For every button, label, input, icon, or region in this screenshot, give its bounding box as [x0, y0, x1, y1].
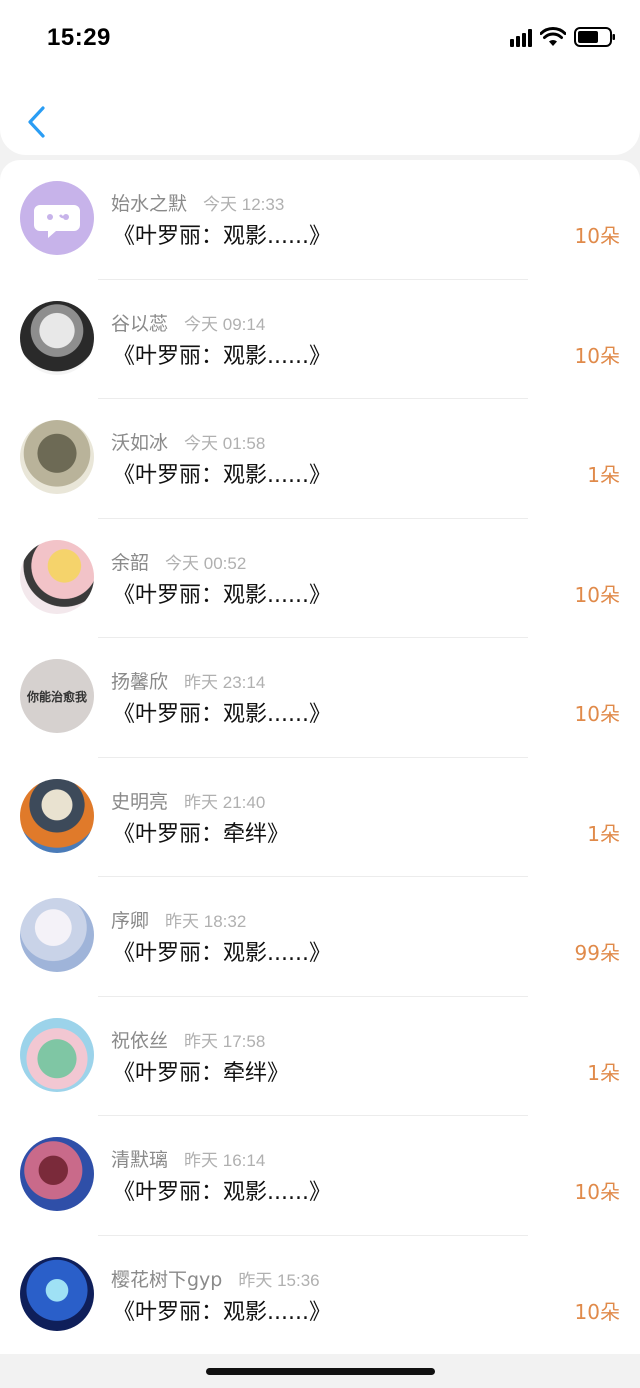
avatar[interactable]: [20, 300, 94, 375]
sender-info: 扬馨欣 昨天 23:14: [111, 667, 265, 694]
sender-name[interactable]: 始水之默: [111, 193, 187, 215]
gift-time: 今天 12:33: [203, 195, 285, 214]
chevron-left-icon: [28, 106, 45, 138]
avatar[interactable]: [20, 181, 94, 255]
sender-info: 始水之默 今天 12:33: [111, 189, 284, 216]
gift-time: 昨天 17:58: [184, 1031, 266, 1051]
home-indicator: [206, 1368, 435, 1375]
sender-name[interactable]: 祝依丝: [111, 1030, 168, 1052]
sender-name[interactable]: 史明亮: [111, 791, 168, 813]
avatar[interactable]: [20, 420, 94, 494]
work-title[interactable]: 《叶罗丽：观影......》: [113, 935, 331, 967]
flower-count: 1朵: [587, 463, 620, 487]
gift-list: 始水之默 今天 12:33 《叶罗丽：观影......》 10朵 谷以蕊 今天 09:14…: [0, 160, 640, 1354]
battery-icon: [574, 27, 615, 47]
flower-count: 10朵: [574, 343, 620, 368]
avatar[interactable]: 你能治愈我: [20, 659, 94, 733]
sender-name[interactable]: 清默璃: [111, 1149, 168, 1171]
cellular-signal-icon: [510, 27, 532, 47]
work-title[interactable]: 《叶罗丽：观影......》: [113, 577, 331, 609]
flower-count: 1朵: [587, 1060, 620, 1085]
avatar[interactable]: [20, 539, 94, 614]
flower-count: 10朵: [574, 582, 620, 607]
status-time: 15:29: [47, 24, 111, 51]
gift-row[interactable]: 谷以蕊 今天 09:14 《叶罗丽：观影......》 10朵: [0, 280, 640, 399]
flower-count: 10朵: [574, 702, 620, 726]
avatar[interactable]: [20, 898, 94, 972]
work-title[interactable]: 《叶罗丽：观影......》: [113, 218, 331, 250]
sender-info: 谷以蕊 今天 09:14: [111, 309, 265, 336]
sender-info: 樱花树下gyp 昨天 15:36: [111, 1265, 320, 1292]
flower-count: 99朵: [574, 941, 620, 965]
work-title[interactable]: 《叶罗丽：牵绊》: [113, 816, 289, 848]
sender-name[interactable]: 序卿: [111, 910, 149, 932]
gift-row[interactable]: 史明亮 昨天 21:40 《叶罗丽：牵绊》 1朵: [0, 758, 640, 877]
gift-time: 昨天 15:36: [238, 1270, 320, 1290]
gift-row[interactable]: 祝依丝 昨天 17:58 《叶罗丽：牵绊》 1朵: [0, 997, 640, 1116]
sender-info: 序卿 昨天 18:32: [111, 906, 246, 933]
gift-time: 昨天 23:14: [184, 673, 266, 692]
chat-bubble-icon: [34, 205, 80, 238]
sender-info: 清默璃 昨天 16:14: [111, 1145, 265, 1172]
avatar[interactable]: [20, 778, 94, 853]
sender-name[interactable]: 樱花树下gyp: [111, 1269, 222, 1291]
gift-time: 昨天 16:14: [184, 1151, 266, 1170]
flower-count: 1朵: [587, 821, 620, 846]
flower-count: 10朵: [574, 1299, 620, 1324]
work-title[interactable]: 《叶罗丽：观影......》: [113, 1294, 331, 1326]
gift-row[interactable]: 序卿 昨天 18:32 《叶罗丽：观影......》 99朵: [0, 877, 640, 997]
sender-name[interactable]: 沃如冰: [111, 432, 168, 454]
sender-name[interactable]: 谷以蕊: [111, 313, 168, 335]
top-bar: 15:29: [0, 0, 640, 155]
avatar-text: 你能治愈我: [26, 689, 87, 704]
flower-count: 10朵: [574, 1180, 620, 1204]
back-button[interactable]: [20, 104, 54, 140]
gift-row[interactable]: 樱花树下gyp 昨天 15:36 《叶罗丽：观影......》 10朵: [0, 1236, 640, 1355]
avatar[interactable]: [20, 1017, 94, 1092]
gift-row[interactable]: 余韶 今天 00:52 《叶罗丽：观影......》 10朵: [0, 519, 640, 638]
sender-info: 沃如冰 今天 01:58: [111, 428, 265, 455]
work-title[interactable]: 《叶罗丽：牵绊》: [113, 1055, 289, 1087]
gift-row[interactable]: 清默璃 昨天 16:14 《叶罗丽：观影......》 10朵: [0, 1116, 640, 1236]
wifi-icon: [540, 27, 566, 46]
status-icons: [510, 26, 616, 48]
gift-time: 今天 00:52: [165, 553, 247, 573]
gift-time: 今天 09:14: [184, 314, 266, 334]
gift-row[interactable]: 始水之默 今天 12:33 《叶罗丽：观影......》 10朵: [0, 160, 640, 280]
gift-time: 今天 01:58: [184, 434, 266, 453]
work-title[interactable]: 《叶罗丽：观影......》: [113, 457, 331, 489]
avatar[interactable]: [20, 1137, 94, 1211]
sender-name[interactable]: 扬馨欣: [111, 671, 168, 693]
avatar[interactable]: [20, 1256, 94, 1331]
sender-name[interactable]: 余韶: [111, 552, 149, 574]
gift-row[interactable]: 你能治愈我 扬馨欣 昨天 23:14 《叶罗丽：观影......》 10朵: [0, 638, 640, 758]
gift-time: 昨天 18:32: [165, 912, 247, 931]
work-title[interactable]: 《叶罗丽：观影......》: [113, 696, 331, 728]
sender-info: 祝依丝 昨天 17:58: [111, 1026, 265, 1053]
gift-time: 昨天 21:40: [184, 792, 266, 812]
work-title[interactable]: 《叶罗丽：观影......》: [113, 338, 331, 370]
work-title[interactable]: 《叶罗丽：观影......》: [113, 1174, 331, 1206]
gift-row[interactable]: 沃如冰 今天 01:58 《叶罗丽：观影......》 1朵: [0, 399, 640, 519]
sender-info: 史明亮 昨天 21:40: [111, 787, 265, 814]
flower-count: 10朵: [574, 224, 620, 248]
sender-info: 余韶 今天 00:52: [111, 548, 246, 575]
